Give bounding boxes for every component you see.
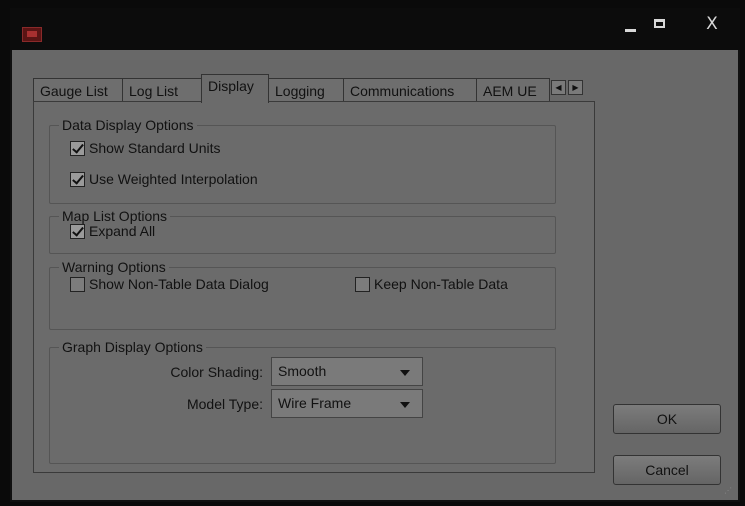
maximize-icon [654, 19, 665, 28]
show-standard-units-checkbox[interactable]: Show Standard Units [70, 140, 221, 156]
cancel-button[interactable]: Cancel [613, 455, 721, 485]
checkbox-label: Show Non-Table Data Dialog [89, 276, 269, 292]
group-legend: Warning Options [59, 259, 169, 275]
data-display-options-group: Data Display Options [49, 117, 556, 204]
tab-communications[interactable]: Communications [343, 78, 477, 103]
tab-scroll-right-button[interactable]: ▶ [568, 80, 583, 95]
minimize-button[interactable] [615, 14, 645, 38]
chevron-right-icon: ▶ [572, 83, 579, 92]
settings-window: X Gauge List Log List Display Logging Co… [10, 8, 740, 502]
checkbox-label: Use Weighted Interpolation [89, 171, 258, 187]
checkbox-label: Expand All [89, 223, 156, 239]
dialog-client: Gauge List Log List Display Logging Comm… [12, 50, 738, 500]
dropdown-value: Wire Frame [278, 395, 352, 411]
color-shading-dropdown[interactable]: Smooth [271, 357, 423, 386]
minimize-icon [625, 29, 636, 32]
resize-grip-icon[interactable]: ⋰ [724, 487, 734, 497]
model-type-label: Model Type: [186, 396, 263, 412]
show-non-table-data-dialog-checkbox[interactable]: Show Non-Table Data Dialog [70, 276, 269, 292]
tab-gauge-list[interactable]: Gauge List [33, 78, 123, 103]
chevron-down-icon [400, 370, 410, 376]
checkbox-label: Keep Non-Table Data [374, 276, 508, 292]
use-weighted-interpolation-checkbox[interactable]: Use Weighted Interpolation [70, 171, 258, 187]
checkbox-checked-icon [70, 140, 85, 156]
color-shading-label: Color Shading: [170, 364, 263, 380]
model-type-dropdown[interactable]: Wire Frame [271, 389, 423, 418]
checkbox-unchecked-icon [355, 276, 370, 292]
keep-non-table-data-checkbox[interactable]: Keep Non-Table Data [355, 276, 508, 292]
tab-scroll-left-button[interactable]: ◀ [551, 80, 566, 95]
checkbox-checked-icon [70, 223, 85, 239]
checkbox-checked-icon [70, 171, 85, 187]
expand-all-checkbox[interactable]: Expand All [70, 223, 155, 239]
chevron-left-icon: ◀ [555, 83, 562, 92]
tab-display[interactable]: Display [201, 74, 269, 103]
tab-aem-ue[interactable]: AEM UE [476, 78, 550, 103]
chevron-down-icon [400, 402, 410, 408]
checkbox-unchecked-icon [70, 276, 85, 292]
tab-logging[interactable]: Logging [268, 78, 344, 103]
ok-button[interactable]: OK [613, 404, 721, 434]
tab-log-list[interactable]: Log List [122, 78, 202, 103]
close-button[interactable]: X [697, 14, 727, 38]
group-legend: Graph Display Options [59, 339, 206, 355]
maximize-button[interactable] [645, 14, 675, 38]
group-legend: Data Display Options [59, 117, 197, 133]
checkbox-label: Show Standard Units [89, 140, 221, 156]
dropdown-value: Smooth [278, 363, 327, 379]
title-bar: X [10, 8, 740, 50]
app-icon [22, 27, 42, 42]
group-legend: Map List Options [59, 208, 171, 224]
